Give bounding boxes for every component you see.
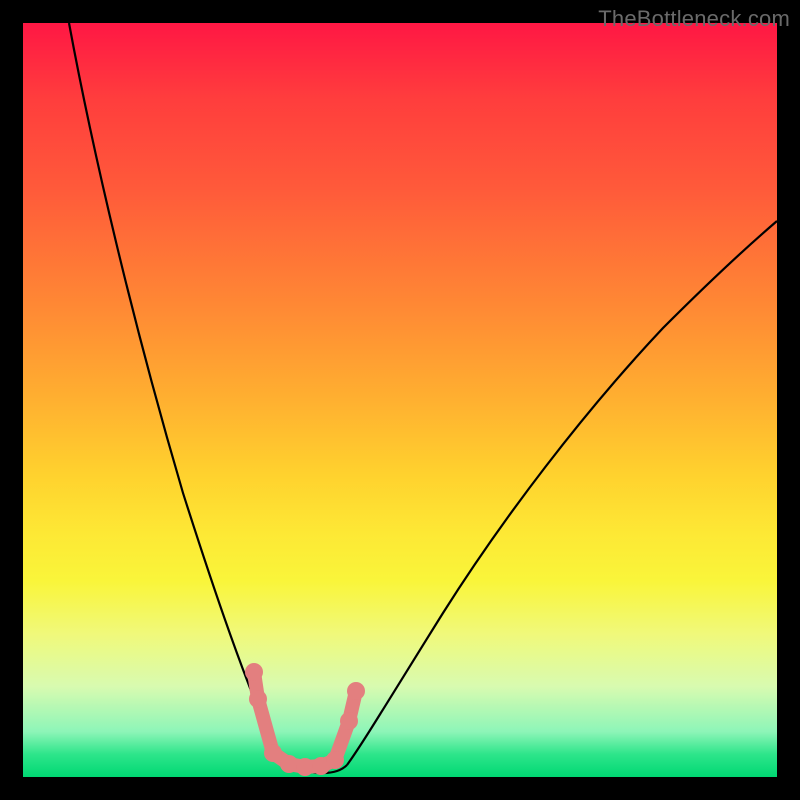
marker-point	[340, 712, 358, 730]
marker-point	[326, 751, 344, 769]
marker-point	[249, 690, 267, 708]
marker-point	[264, 744, 282, 762]
bottleneck-curve-left	[69, 23, 286, 764]
curve-group	[69, 23, 777, 773]
marker-point	[280, 755, 298, 773]
marker-point	[347, 682, 365, 700]
bottleneck-curve-right	[347, 221, 777, 765]
marker-group	[245, 663, 365, 776]
chart-frame	[23, 23, 777, 777]
marker-point	[245, 663, 263, 681]
marker-point	[296, 758, 314, 776]
watermark-text: TheBottleneck.com	[598, 6, 790, 32]
chart-svg	[23, 23, 777, 777]
